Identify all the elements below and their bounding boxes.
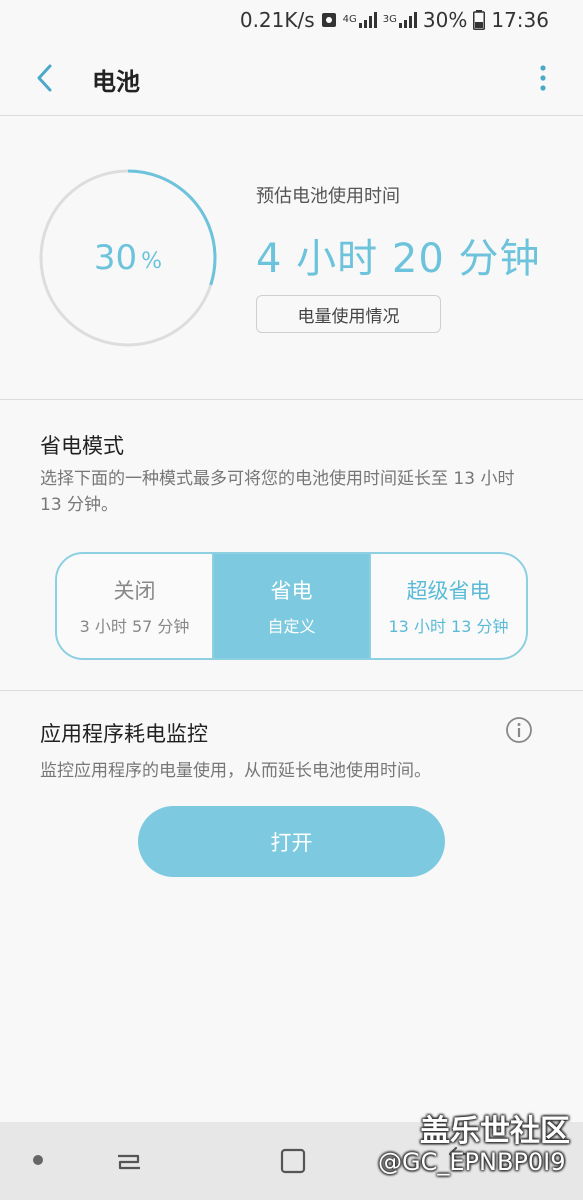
back-button[interactable] xyxy=(28,60,62,96)
mode-power-saving-sub: 自定义 xyxy=(267,617,316,636)
mode-divider xyxy=(0,690,583,691)
mode-power-saving-option[interactable]: 省电 自定义 xyxy=(214,554,371,658)
clock: 17:36 xyxy=(491,8,549,32)
battery-percent-display: 30% xyxy=(38,168,218,348)
mode-off-label: 关闭 xyxy=(113,579,156,603)
more-vertical-icon xyxy=(540,65,546,91)
app-monitor-description: 监控应用程序的电量使用，从而延长电池使用时间。 xyxy=(40,761,431,781)
watermark-title: 盖乐世社区 xyxy=(420,1114,570,1149)
status-bar: 0.21K/s 4G 3G 30% 17:36 xyxy=(0,0,583,40)
info-icon[interactable] xyxy=(505,716,533,744)
signal-3g-label: 3G xyxy=(382,14,397,25)
app-bar: 电池 xyxy=(0,40,583,116)
battery-percent-status: 30% xyxy=(422,8,468,32)
watermark-handle: @GC_EPNBP0I9 xyxy=(378,1148,566,1176)
signal-4g-label: 4G xyxy=(342,14,357,25)
power-saving-title: 省电模式 xyxy=(40,434,124,458)
signal-4g-icon: 4G xyxy=(343,12,377,28)
battery-usage-button[interactable]: 电量使用情况 xyxy=(256,295,441,333)
battery-percent-value: 30 xyxy=(93,238,138,278)
open-monitor-button[interactable]: 打开 xyxy=(138,806,445,877)
battery-percent-sign: % xyxy=(141,248,163,274)
mode-ultra-saving-time: 13 小时 13 分钟 xyxy=(388,617,509,636)
header-divider xyxy=(0,115,583,116)
recent-apps-icon[interactable] xyxy=(112,1144,146,1178)
power-mode-selector: 关闭 3 小时 57 分钟 省电 自定义 超级省电 13 小时 13 分钟 xyxy=(55,552,528,660)
mode-off-option[interactable]: 关闭 3 小时 57 分钟 xyxy=(57,554,214,658)
mode-ultra-saving-option[interactable]: 超级省电 13 小时 13 分钟 xyxy=(371,554,526,658)
card-divider xyxy=(0,399,583,400)
home-icon[interactable] xyxy=(278,1144,308,1178)
power-saving-description: 选择下面的一种模式最多可将您的电池使用时间延长至 13 小时 13 分钟。 xyxy=(40,469,515,515)
battery-icon xyxy=(473,10,486,30)
mode-off-time: 3 小时 57 分钟 xyxy=(79,617,190,636)
more-options-button[interactable] xyxy=(533,60,553,96)
mode-ultra-saving-label: 超级省电 xyxy=(406,579,491,603)
app-monitor-title: 应用程序耗电监控 xyxy=(40,722,208,746)
battery-screen: 0.21K/s 4G 3G 30% 17:36 电池 30 % 预估电池使用时间… xyxy=(0,0,583,1200)
notification-icon xyxy=(321,11,337,29)
network-speed: 0.21K/s xyxy=(239,8,315,32)
estimate-value: 4 小时 20 分钟 xyxy=(256,236,541,282)
page-title: 电池 xyxy=(92,68,140,96)
mode-power-saving-label: 省电 xyxy=(270,579,313,603)
chevron-left-icon xyxy=(37,64,52,92)
signal-3g-icon: 3G xyxy=(383,12,417,28)
estimate-label: 预估电池使用时间 xyxy=(256,186,400,207)
nav-dot-icon[interactable] xyxy=(33,1155,43,1165)
